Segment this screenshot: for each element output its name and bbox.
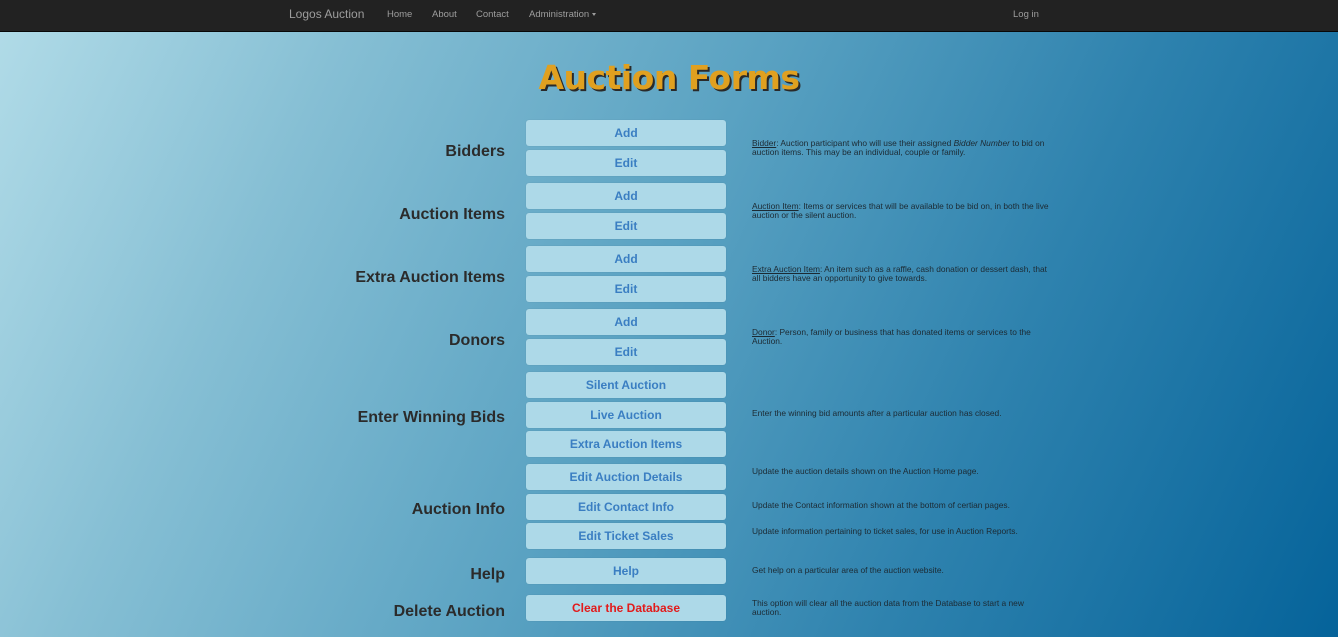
section-label-enter-winning-bids: Enter Winning Bids: [357, 409, 505, 426]
nav-contact[interactable]: Contact: [476, 9, 509, 20]
nav-administration-label: Administration: [529, 9, 590, 20]
nav-administration-dropdown[interactable]: Administration: [529, 9, 597, 20]
top-navbar: Logos Auction Home About Contact Adminis…: [0, 0, 1338, 32]
section-label-extra-auction-items: Extra Auction Items: [355, 269, 505, 286]
delete-description: This option will clear all the auction d…: [752, 598, 1024, 617]
edit-ticket-sales-button[interactable]: Edit Ticket Sales: [526, 523, 726, 549]
donors-description: Donor: Person, family or business that h…: [752, 327, 1031, 346]
bidders-edit-button[interactable]: Edit: [526, 150, 726, 176]
auction-details-description: Update the auction details shown on the …: [752, 466, 979, 476]
section-label-help: Help: [470, 566, 505, 583]
login-link[interactable]: Log in: [1013, 9, 1039, 20]
auction-items-add-button[interactable]: Add: [526, 183, 726, 209]
silent-auction-button[interactable]: Silent Auction: [526, 372, 726, 398]
page-title: Auction Forms: [538, 58, 800, 97]
brand-link[interactable]: Logos Auction: [289, 7, 364, 21]
section-label-delete-auction: Delete Auction: [393, 603, 505, 620]
extra-items-add-button[interactable]: Add: [526, 246, 726, 272]
winning-bids-description: Enter the winning bid amounts after a pa…: [752, 408, 1002, 418]
extra-auction-items-bids-button[interactable]: Extra Auction Items: [526, 431, 726, 457]
donors-add-button[interactable]: Add: [526, 309, 726, 335]
nav-home[interactable]: Home: [387, 9, 412, 20]
auction-items-description: Auction Item: Items or services that wil…: [752, 201, 1049, 220]
nav-about[interactable]: About: [432, 9, 457, 20]
section-label-bidders: Bidders: [445, 143, 505, 160]
section-label-auction-info: Auction Info: [411, 501, 505, 518]
help-button[interactable]: Help: [526, 558, 726, 584]
extra-items-description: Extra Auction Item: An item such as a ra…: [752, 264, 1048, 283]
clear-database-button[interactable]: Clear the Database: [526, 595, 726, 621]
donors-edit-button[interactable]: Edit: [526, 339, 726, 365]
help-description: Get help on a particular area of the auc…: [752, 565, 944, 575]
ticket-sales-description: Update information pertaining to ticket …: [752, 526, 1018, 536]
bidders-add-button[interactable]: Add: [526, 120, 726, 146]
caret-down-icon: [592, 12, 597, 16]
section-label-donors: Donors: [449, 332, 505, 349]
live-auction-button[interactable]: Live Auction: [526, 402, 726, 428]
edit-auction-details-button[interactable]: Edit Auction Details: [526, 464, 726, 490]
contact-info-description: Update the Contact information shown at …: [752, 500, 1010, 510]
edit-contact-info-button[interactable]: Edit Contact Info: [526, 494, 726, 520]
bidders-description: Bidder: Auction participant who will use…: [752, 138, 1045, 157]
auction-items-edit-button[interactable]: Edit: [526, 213, 726, 239]
section-label-auction-items: Auction Items: [399, 206, 505, 223]
extra-items-edit-button[interactable]: Edit: [526, 276, 726, 302]
